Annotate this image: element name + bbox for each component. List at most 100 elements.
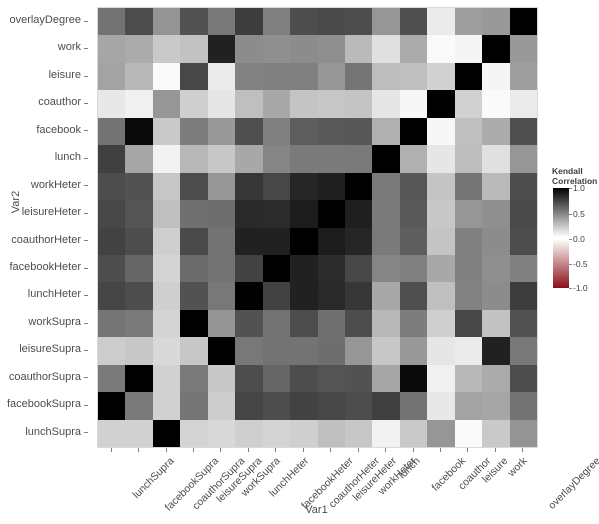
heatmap-cell xyxy=(290,90,318,118)
heatmap-cell xyxy=(290,8,318,36)
heatmap-cell xyxy=(290,35,318,63)
y-axis-tick-mark xyxy=(84,185,88,187)
heatmap-cell xyxy=(235,62,263,91)
heatmap-cell xyxy=(262,419,291,447)
heatmap-cell xyxy=(372,172,400,201)
heatmap-cell xyxy=(482,172,510,201)
y-axis-tick-mark xyxy=(84,48,88,50)
x-axis-tick-mark xyxy=(439,448,441,452)
heatmap-cell xyxy=(344,419,373,447)
heatmap-cell xyxy=(482,309,510,338)
heatmap-cell xyxy=(235,227,263,255)
y-axis-tick-label: coauthor xyxy=(38,96,81,109)
heatmap-cell xyxy=(290,62,318,91)
y-axis-tick-mark xyxy=(84,20,88,22)
heatmap-cell xyxy=(399,172,428,201)
heatmap-cell xyxy=(454,145,483,173)
heatmap-cell xyxy=(372,419,400,447)
x-axis-tick-mark xyxy=(302,448,304,452)
heatmap-cell xyxy=(427,35,455,63)
legend-colorbar-negative xyxy=(553,239,569,288)
heatmap-cell xyxy=(262,254,291,283)
legend-tick-label: -0.5 xyxy=(573,258,588,269)
heatmap-cell xyxy=(290,337,318,365)
heatmap-cell xyxy=(125,35,153,63)
heatmap-cell xyxy=(509,337,537,365)
heatmap-cell xyxy=(482,254,510,283)
heatmap-cell xyxy=(207,117,236,146)
heatmap-cell xyxy=(454,282,483,310)
heatmap-cell xyxy=(372,200,400,228)
heatmap-cell xyxy=(125,200,153,228)
heatmap-cell xyxy=(317,227,345,255)
x-axis-tick-mark xyxy=(385,448,387,452)
y-axis-tick-mark xyxy=(84,432,88,434)
heatmap-cell xyxy=(427,200,455,228)
heatmap-cell xyxy=(454,8,483,36)
x-axis-tick-mark xyxy=(193,448,195,452)
heatmap-cell xyxy=(317,392,345,420)
heatmap-cell xyxy=(372,145,400,173)
heatmap-cell xyxy=(152,364,181,393)
heatmap-cell xyxy=(427,282,455,310)
x-axis-tick-mark xyxy=(110,448,112,452)
y-axis-tick-label: facebookSupra xyxy=(7,398,81,411)
heatmap-cell xyxy=(180,8,208,36)
heatmap-cell xyxy=(482,145,510,173)
heatmap-cell xyxy=(235,337,263,365)
y-axis-tick-mark xyxy=(84,377,88,379)
heatmap-cell xyxy=(125,117,153,146)
heatmap-cell xyxy=(344,35,373,63)
y-axis-tick-label: leisureSupra xyxy=(19,343,81,356)
heatmap-cell xyxy=(427,117,455,146)
heatmap-cell xyxy=(207,8,236,36)
heatmap-cell xyxy=(98,282,126,310)
y-axis-tick-mark xyxy=(84,295,88,297)
x-axis-tick-mark xyxy=(412,448,414,452)
y-axis-tick-mark xyxy=(84,349,88,351)
heatmap-cell xyxy=(482,200,510,228)
heatmap-cell xyxy=(454,200,483,228)
heatmap-cell xyxy=(372,364,400,393)
heatmap-cell xyxy=(454,90,483,118)
heatmap-cell xyxy=(372,309,400,338)
heatmap-cell xyxy=(372,282,400,310)
y-axis-tick-mark xyxy=(84,267,88,269)
heatmap-cell xyxy=(399,35,428,63)
heatmap-cell xyxy=(509,227,537,255)
heatmap-cell xyxy=(482,337,510,365)
heatmap-cell xyxy=(152,172,181,201)
heatmap-cell xyxy=(372,392,400,420)
heatmap-cell xyxy=(207,227,236,255)
heatmap-cell xyxy=(262,62,291,91)
heatmap-cell xyxy=(180,254,208,283)
heatmap-cell xyxy=(98,172,126,201)
heatmap-cell xyxy=(399,200,428,228)
heatmap-cell xyxy=(98,419,126,447)
heatmap-cell xyxy=(235,8,263,36)
heatmap-cell xyxy=(482,419,510,447)
heatmap-cell xyxy=(207,90,236,118)
heatmap-cell xyxy=(317,282,345,310)
heatmap-cell xyxy=(482,62,510,91)
heatmap-cell xyxy=(125,392,153,420)
heatmap-cell xyxy=(125,227,153,255)
heatmap-cell xyxy=(262,8,291,36)
heatmap-cell xyxy=(344,254,373,283)
y-axis-tick-mark xyxy=(84,130,88,132)
heatmap-cell xyxy=(427,172,455,201)
heatmap-grid xyxy=(98,8,537,447)
heatmap-cell xyxy=(372,62,400,91)
heatmap-cell xyxy=(427,419,455,447)
heatmap-cell xyxy=(344,392,373,420)
heatmap-cell xyxy=(125,8,153,36)
heatmap-cell xyxy=(125,172,153,201)
heatmap-cell xyxy=(482,227,510,255)
heatmap-cell xyxy=(509,200,537,228)
heatmap-cell xyxy=(98,254,126,283)
heatmap-cell xyxy=(207,62,236,91)
heatmap-cell xyxy=(152,254,181,283)
heatmap-cell xyxy=(482,90,510,118)
legend-tick-label: 0.5 xyxy=(573,208,585,219)
y-axis-tick-labels: overlayDegree work leisure coauthor facebook… xyxy=(0,7,88,446)
